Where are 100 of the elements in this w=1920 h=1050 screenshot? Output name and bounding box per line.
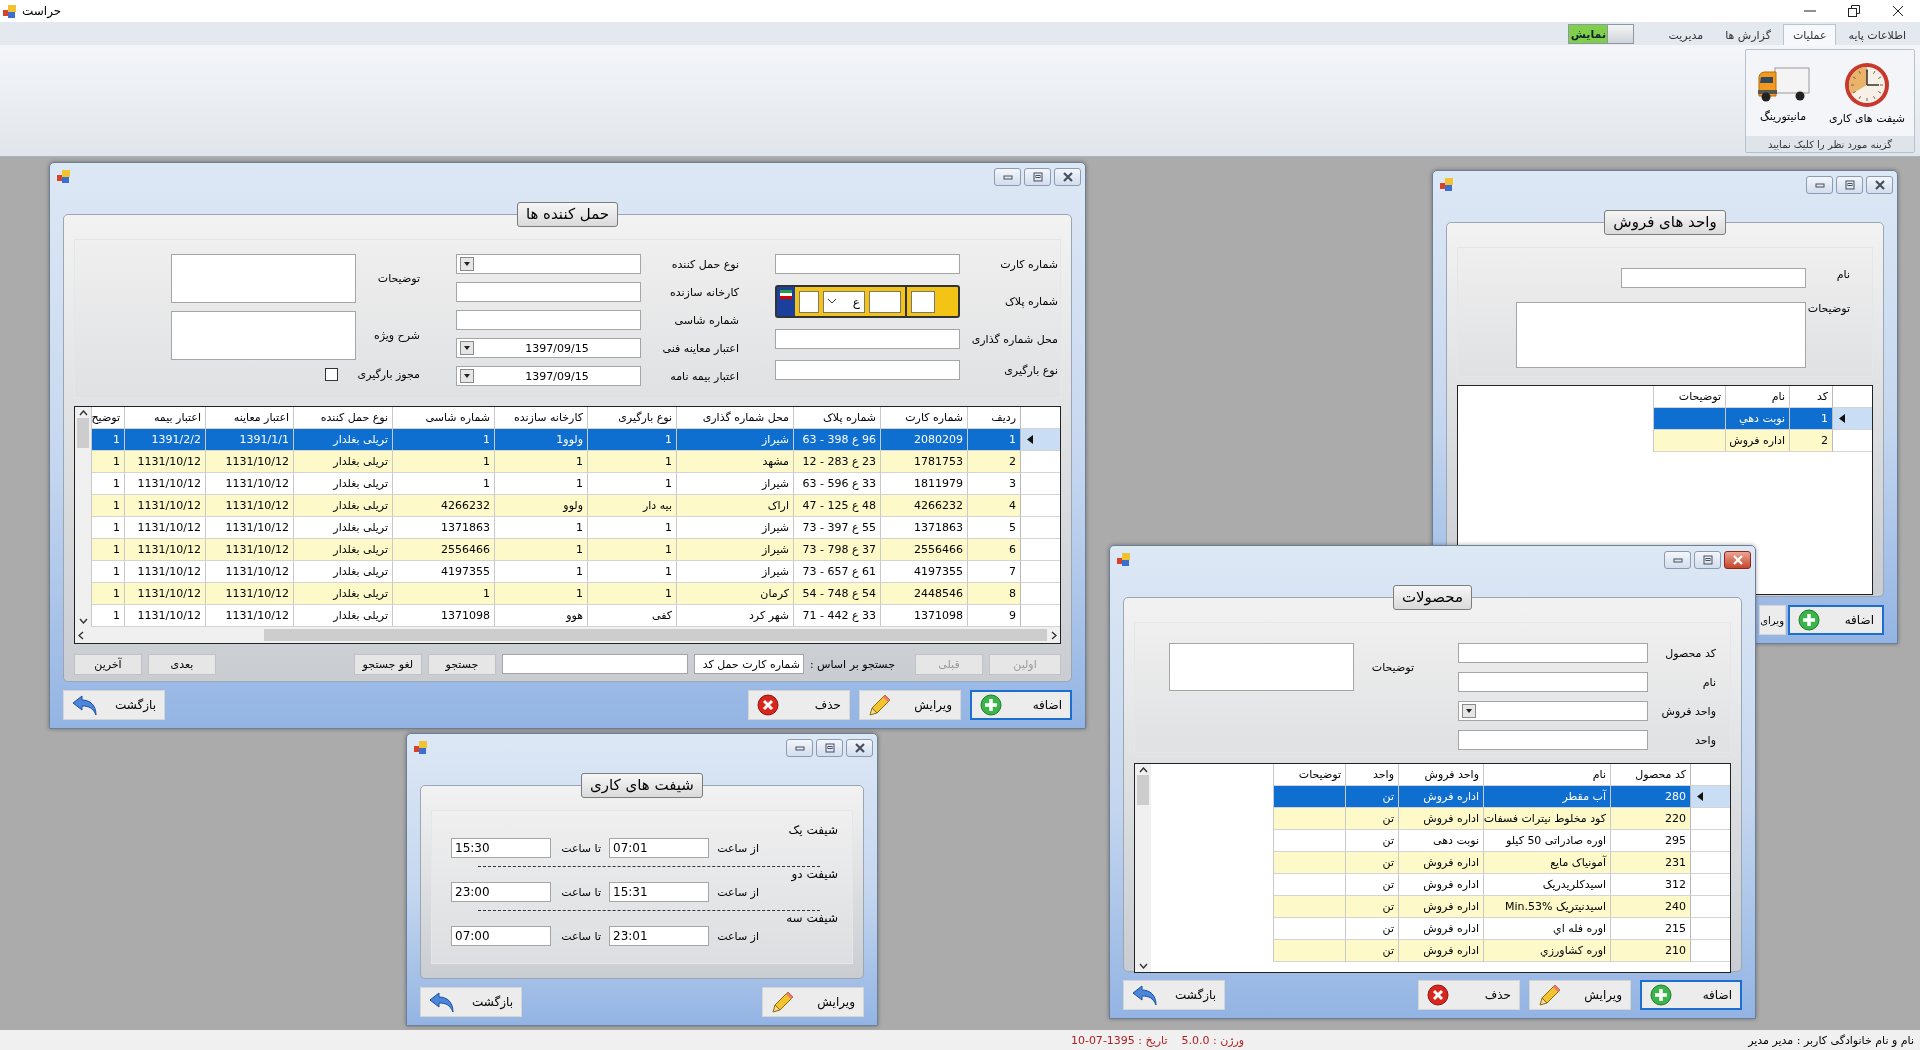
plate-box[interactable] [911,290,935,313]
minimize-button[interactable] [786,738,813,757]
column-header[interactable]: شماره پلاک [793,407,880,429]
column-header[interactable]: نام [1725,386,1789,408]
column-header[interactable]: نوع بارگیری [587,407,676,429]
ribbon-tab[interactable]: اطلاعات پایه [1838,24,1916,45]
column-header[interactable]: نام [1483,764,1610,786]
scrollbar[interactable] [1135,764,1151,972]
letter-dropdown[interactable]: ع [823,290,865,313]
dropdown-field[interactable]: شماره کارت حمل کد [693,654,804,674]
add-button[interactable]: اضافه [1640,980,1742,1010]
maximize-button[interactable] [1836,175,1863,194]
column-header[interactable]: توضیحات [1653,386,1725,408]
column-header[interactable]: ردیف [967,407,1020,429]
add-button[interactable]: اضافه [1788,605,1884,635]
close-button[interactable] [1724,550,1751,569]
plate-box[interactable] [869,290,901,313]
minimize-button[interactable] [1664,550,1691,569]
delete-button[interactable]: حذف [1418,980,1520,1010]
column-header[interactable]: شماره شاسی [392,407,494,429]
maximize-button[interactable] [1694,550,1721,569]
add-button[interactable]: اضافه [970,690,1072,720]
close-button[interactable] [846,738,873,757]
delete-button[interactable]: حذف [748,690,850,720]
text-field[interactable] [456,310,641,330]
column-header[interactable]: کارخانه سازنده [494,407,587,429]
ribbon-tab[interactable]: عملیات [1782,24,1837,45]
time-field[interactable]: 15:30 [451,838,551,858]
ribbon-tab[interactable]: گزارش ها [1715,24,1781,45]
time-field[interactable]: 23:01 [609,926,709,946]
date-field[interactable]: 1397/09/15 [456,366,641,386]
column-header[interactable]: توضیح [91,407,124,429]
dropdown-field[interactable] [456,254,641,274]
text-area[interactable] [171,311,356,360]
scroll-thumb[interactable] [77,418,89,448]
back-button[interactable]: بازگشت [420,987,522,1017]
text-field[interactable] [775,360,960,380]
edit-button[interactable]: ویرایش [859,690,961,720]
close-button[interactable] [1866,175,1893,194]
text-area[interactable] [1169,643,1354,691]
dropdown-field[interactable] [1458,701,1648,721]
scroll-thumb[interactable] [1137,775,1149,805]
plate-box[interactable] [799,290,819,313]
license-plate-field[interactable]: ع [775,285,960,318]
text-field[interactable] [1458,672,1648,692]
column-header[interactable]: اعتبار بیمه [124,407,205,429]
scroll-down-icon[interactable] [1138,963,1148,969]
time-field[interactable]: 07:00 [451,926,551,946]
time-field[interactable]: 23:00 [451,882,551,902]
ribbon-button[interactable]: شیفت های کاری [1826,59,1908,127]
column-header[interactable]: کد [1789,386,1832,408]
maximize-button[interactable] [1024,167,1051,186]
column-header[interactable]: توضیحات [1273,764,1345,786]
pager-button[interactable]: بعدی [148,653,216,675]
text-field[interactable] [775,254,960,274]
edit-button[interactable]: ویرایش [1529,980,1631,1010]
ribbon-tab[interactable]: مدیریت [1658,24,1714,45]
column-header[interactable]: اعتبار معاینه [205,407,293,429]
maximize-button[interactable] [816,738,843,757]
close-button[interactable] [1054,167,1081,186]
column-header[interactable]: کد محصول [1610,764,1690,786]
scroll-up-icon[interactable] [78,410,88,416]
column-header[interactable]: شماره کارت [880,407,967,429]
field-label: تا ساعت [560,886,602,901]
scroll-down-icon[interactable] [78,618,88,624]
text-area[interactable] [171,254,356,303]
text-field[interactable] [1458,730,1648,750]
column-header[interactable]: واحد [1345,764,1398,786]
scrollbar[interactable] [75,407,91,627]
minimize-icon [1813,180,1826,189]
checkbox[interactable] [325,368,338,381]
scroll-up-icon[interactable] [1138,767,1148,773]
back-button[interactable]: بازگشت [1123,980,1225,1010]
minimize-button[interactable] [1806,175,1833,194]
search-button[interactable]: جستجو [427,653,496,675]
date-field[interactable]: 1397/09/15 [456,338,641,358]
edit-button[interactable]: ویرایش [762,987,864,1017]
toggle-switch[interactable]: نمایش [1568,24,1635,44]
scrollbar[interactable] [75,627,1060,643]
time-field[interactable]: 15:31 [609,882,709,902]
search-field[interactable] [501,654,688,674]
back-button[interactable]: بازگشت [63,690,165,720]
text-field[interactable] [1621,268,1806,288]
column-header[interactable]: واحد فروش [1398,764,1483,786]
form-button[interactable]: ویرای [1759,605,1786,635]
text-field[interactable] [456,282,641,302]
text-field[interactable] [1458,643,1648,663]
scroll-left-icon[interactable] [78,630,84,640]
pencil-icon [771,990,795,1014]
scroll-right-icon[interactable] [1051,630,1057,640]
pager-button[interactable]: آخرین [74,653,142,675]
text-field[interactable] [775,329,960,349]
text-area[interactable] [1516,302,1806,368]
plus-icon [980,694,1002,716]
column-header[interactable]: محل شماره گذاری [676,407,793,429]
minimize-button[interactable] [994,167,1021,186]
clear-search-button[interactable]: لغو جستجو [353,653,422,675]
time-field[interactable]: 07:01 [609,838,709,858]
ribbon-button[interactable]: مانیتورینگ [1752,61,1813,125]
column-header[interactable]: نوع حمل کننده [293,407,392,429]
